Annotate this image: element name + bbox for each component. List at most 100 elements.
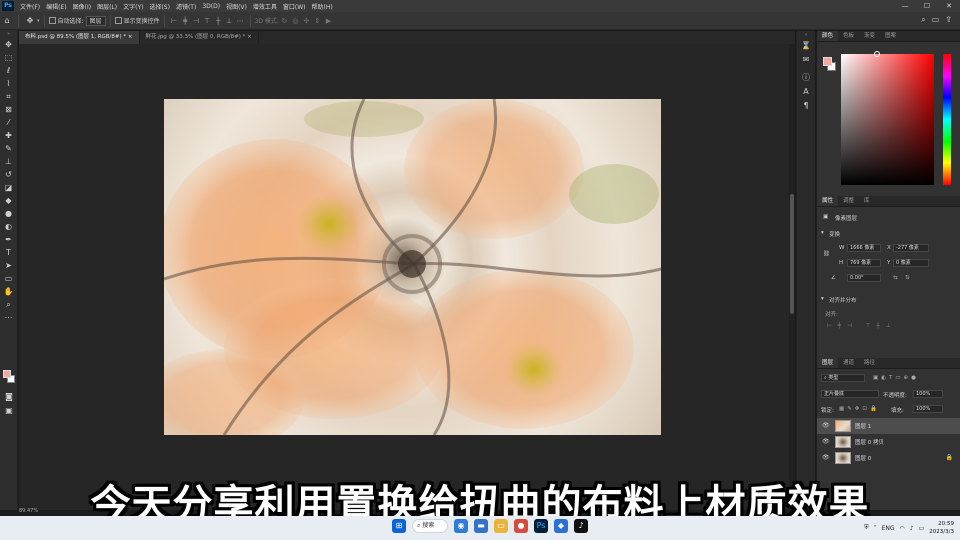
marquee-tool-icon[interactable]: ⬚ [0, 51, 17, 64]
comments-icon[interactable]: ✉ [797, 53, 815, 67]
move-tool-icon[interactable]: ✥ [0, 38, 17, 51]
link-dimensions-icon[interactable]: ⛓ [823, 251, 830, 257]
menu-select[interactable]: 选择(S) [146, 2, 173, 11]
hue-slider[interactable] [943, 54, 951, 185]
tab-patterns[interactable]: 图案 [880, 31, 901, 41]
frame-tool-icon[interactable]: ⊠ [0, 103, 17, 116]
pen-tool-icon[interactable]: ✒ [0, 233, 17, 246]
workspace-icon[interactable]: ▭ [932, 15, 940, 25]
flip-vertical-icon[interactable]: ⇅ [905, 275, 910, 281]
tab-libraries[interactable]: 库 [859, 196, 875, 206]
maximize-button[interactable]: ☐ [916, 0, 938, 12]
foreground-color-chip[interactable] [823, 57, 832, 66]
document-canvas-image[interactable] [164, 99, 661, 435]
tab-channels[interactable]: 通道 [838, 358, 859, 368]
quick-select-tool-icon[interactable]: ⌇ [0, 77, 17, 90]
menu-layer[interactable]: 图层(L) [94, 2, 120, 11]
blend-mode-dropdown[interactable]: 正片叠底 [821, 390, 879, 398]
layer-row-1[interactable]: 👁 图层 1 [817, 418, 960, 434]
menu-help[interactable]: 帮助(H) [309, 2, 336, 11]
wifi-icon[interactable]: ◠ [900, 525, 905, 532]
layer-filter-dropdown[interactable]: ⌕ 类型 [821, 374, 865, 382]
healing-brush-tool-icon[interactable]: ✚ [0, 129, 17, 142]
x-field[interactable]: -277 像素 [893, 244, 929, 252]
auto-select-dropdown[interactable]: 图层 [85, 15, 106, 26]
info-icon[interactable]: ⓘ [797, 71, 815, 85]
video-app-icon[interactable]: ♪ [574, 519, 588, 533]
align-hcenter-icon[interactable]: ╪ [180, 17, 191, 25]
eyedropper-tool-icon[interactable]: ⁄ [0, 116, 17, 129]
history-icon[interactable]: ⌛ [797, 39, 815, 53]
share-icon[interactable]: ⇪ [945, 15, 952, 25]
tab-adjustments[interactable]: 调整 [838, 196, 859, 206]
align-left-icon[interactable]: ⊢ [169, 17, 180, 25]
close-button[interactable]: ✕ [938, 0, 960, 12]
3d-camera-icon[interactable]: ▶ [323, 17, 334, 25]
fill-field[interactable]: 100% [913, 405, 943, 413]
toolbar-collapse-icon[interactable]: » [0, 30, 17, 38]
chevron-up-icon[interactable]: ˄ [874, 525, 877, 532]
layer-row-2[interactable]: 👁 图层 0 拷贝 [817, 434, 960, 450]
width-field[interactable]: 1666 像素 [847, 244, 881, 252]
crop-tool-icon[interactable]: ⌗ [0, 90, 17, 103]
rectangle-tool-icon[interactable]: ▭ [0, 272, 17, 285]
angle-field[interactable]: 0.00° [847, 274, 881, 282]
minimize-button[interactable]: — [894, 0, 916, 12]
history-brush-tool-icon[interactable]: ↺ [0, 168, 17, 181]
eye-icon[interactable]: 👁 [822, 422, 830, 429]
taskbar-search[interactable]: ⌕ 搜索 [412, 519, 448, 533]
layer-filter-icons[interactable]: ▣◐T▭⊕● [873, 375, 919, 381]
menu-type[interactable]: 文字(Y) [120, 2, 146, 11]
y-field[interactable]: 0 像素 [893, 259, 929, 267]
tab-color[interactable]: 颜色 [817, 31, 839, 41]
eye-icon[interactable]: 👁 [822, 438, 830, 445]
foreground-color-swatch[interactable] [3, 370, 11, 378]
lang-indicator[interactable]: ENG [882, 525, 895, 532]
tab-swatches[interactable]: 色板 [838, 31, 859, 41]
character-icon[interactable]: A [797, 85, 815, 99]
file-explorer-icon[interactable]: ▬ [474, 519, 488, 533]
paragraph-icon[interactable]: ¶ [797, 99, 815, 113]
tab-paths[interactable]: 路径 [859, 358, 880, 368]
clock[interactable]: 20:59 2023/3/3 [929, 520, 954, 536]
align-right-icon[interactable]: ⊣ [191, 17, 202, 25]
chevron-down-icon[interactable]: ▾ [821, 296, 824, 302]
brush-tool-icon[interactable]: ✎ [0, 142, 17, 155]
align-bottom-icon[interactable]: ⊥ [224, 17, 235, 25]
dodge-tool-icon[interactable]: ◐ [0, 220, 17, 233]
flip-horizontal-icon[interactable]: ⇆ [893, 275, 898, 281]
quick-mask-icon[interactable]: ◙ [0, 390, 18, 403]
edit-toolbar-icon[interactable]: ⋯ [0, 311, 17, 324]
hand-tool-icon[interactable]: ✋ [0, 285, 17, 298]
photoshop-taskbar-icon[interactable]: Ps [534, 519, 548, 533]
align-top-icon[interactable]: ⊤ [202, 17, 213, 25]
expand-panels-icon[interactable]: « [797, 31, 815, 39]
search-icon[interactable]: ⌕ [921, 15, 925, 25]
show-transform-checkbox[interactable] [114, 17, 122, 24]
auto-select-checkbox[interactable] [48, 17, 56, 24]
windows-start-icon[interactable]: ⊞ [392, 519, 406, 533]
clone-stamp-tool-icon[interactable]: ⊥ [0, 155, 17, 168]
3d-drag-icon[interactable]: ✣ [301, 17, 312, 25]
vertical-scrollbar[interactable] [789, 44, 795, 510]
3d-roll-icon[interactable]: ◎ [290, 17, 301, 25]
move-tool-icon[interactable]: ✥ [23, 16, 37, 25]
app-icon[interactable]: ◆ [554, 519, 568, 533]
menu-filter[interactable]: 滤镜(T) [173, 2, 199, 11]
tab-properties[interactable]: 属性 [817, 196, 839, 206]
tool-preset-dropdown-icon[interactable]: ▾ [37, 18, 40, 24]
tab-flower-jpg[interactable]: 鲜花.jpg @ 33.3% (图层 0, RGB/8#) * × [140, 31, 259, 44]
lasso-tool-icon[interactable]: ℓ [0, 64, 17, 77]
battery-icon[interactable]: ▭ [919, 525, 925, 532]
menu-plugins[interactable]: 增效工具 [250, 2, 280, 11]
color-picker-field[interactable] [841, 54, 934, 185]
menu-edit[interactable]: 编辑(E) [43, 2, 69, 11]
menu-file[interactable]: 文件(F) [17, 2, 43, 11]
eraser-tool-icon[interactable]: ◪ [0, 181, 17, 194]
menu-view[interactable]: 视图(V) [223, 2, 250, 11]
menu-image[interactable]: 图像(I) [70, 2, 94, 11]
type-tool-icon[interactable]: T [0, 246, 17, 259]
shield-icon[interactable]: ⛨ [864, 524, 869, 532]
zoom-tool-icon[interactable]: ⌕ [0, 298, 17, 311]
lock-options-icons[interactable]: ▦✎✥⊡🔒 [839, 406, 880, 412]
